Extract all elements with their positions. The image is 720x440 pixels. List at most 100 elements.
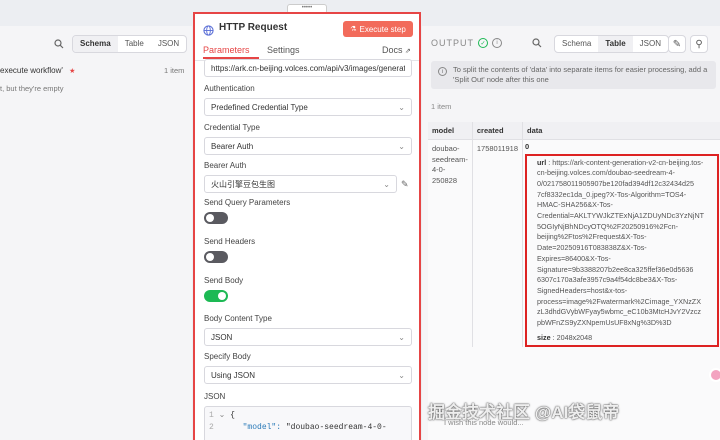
- data-index: 0: [525, 142, 530, 151]
- node-parameters-panel: HTTP Request ⚗ Execute step Parameters S…: [193, 12, 421, 440]
- url-value: https://ark.cn-beijing.volces.com/api/v3…: [211, 63, 405, 73]
- execute-step-button[interactable]: ⚗ Execute step: [343, 21, 413, 37]
- tab-settings[interactable]: Settings: [267, 45, 300, 55]
- info-icon[interactable]: i: [492, 38, 502, 48]
- url-value-line: beijing%2Ftos%2Frequest&X-Tos-: [537, 232, 647, 242]
- input-view-tabs: Schema Table JSON: [72, 35, 188, 53]
- url-value-line: zL3dhdGVybWFyay5wbmc_eC10b3MtcHJvY2Vzcz: [537, 307, 701, 317]
- output-panel: OUTPUT ✓ i Schema Table JSON ✎ ⚲ i To sp…: [422, 26, 720, 440]
- credential-type-label: Credential Type: [204, 123, 260, 132]
- tab-docs-label: Docs: [382, 45, 403, 55]
- send-headers-label: Send Headers: [204, 237, 256, 246]
- model-line: 4-0-: [432, 165, 446, 174]
- cell-created: 1758011918: [471, 139, 523, 348]
- specify-body-select[interactable]: Using JSON ⌄: [204, 366, 412, 384]
- authentication-field: Authentication Predefined Credential Typ…: [204, 84, 412, 116]
- model-line: doubao-: [432, 144, 460, 153]
- url-value-line: Credential=AKLTYWJkZTExNjA1ZDUyNDc3YzNjN…: [537, 211, 705, 221]
- input-tab-json[interactable]: JSON: [151, 36, 186, 52]
- json-line-1: 1 ⌄ {: [209, 411, 235, 420]
- output-tab-json[interactable]: JSON: [633, 36, 668, 52]
- send-body-toggle[interactable]: [204, 290, 228, 302]
- cell-data: 0 url : https://ark-content-generation-v…: [522, 139, 720, 348]
- url-line: url : https://ark-content-generation-v2-…: [537, 158, 714, 169]
- url-value-line: 0/021758011905907be120fad394df12c32434d2…: [537, 178, 694, 188]
- credential-type-select[interactable]: Bearer Auth ⌄: [204, 137, 412, 155]
- body-content-type-label: Body Content Type: [204, 314, 272, 323]
- send-query-toggle[interactable]: [204, 212, 228, 224]
- column-header-model: model: [428, 122, 473, 140]
- authentication-select[interactable]: Predefined Credential Type ⌄: [204, 98, 412, 116]
- input-tab-schema[interactable]: Schema: [73, 36, 118, 52]
- url-value-line: cn-beijing.volces.com/doubao-seedream-4-: [537, 168, 675, 178]
- input-row-title-text: execute workflow': [0, 66, 63, 75]
- model-line: seedream-: [432, 154, 468, 164]
- edit-pencil-icon[interactable]: ✎: [401, 179, 409, 190]
- success-check-icon: ✓: [478, 38, 488, 48]
- pin-icon[interactable]: ⚲: [690, 35, 708, 53]
- url-key: url: [537, 157, 547, 167]
- search-icon[interactable]: [50, 35, 68, 53]
- input-panel: Schema Table JSON execute workflow' ★ 1 …: [0, 26, 192, 440]
- send-headers-field: Send Headers: [204, 237, 255, 263]
- url-value-line: pbWFnZS9yZXNpemUsUF8xNg%3D%3D: [537, 318, 672, 328]
- tab-parameters[interactable]: Parameters: [203, 45, 250, 55]
- column-header-data: data: [522, 122, 720, 140]
- info-icon: i: [438, 67, 447, 76]
- output-table-wrap: model created data doubao- seedream- 4-0…: [428, 122, 720, 440]
- input-item-count: 1 item: [164, 66, 185, 75]
- split-hint-banner: i To split the contents of 'data' into s…: [431, 61, 716, 89]
- output-table: model created data doubao- seedream- 4-0…: [428, 122, 720, 348]
- chevron-down-icon: ⌄: [398, 332, 405, 342]
- url-value-line: 6307c170a3afe3957c9a4f54dc8be3&X-Tos-: [537, 275, 678, 285]
- watermark: 掘金技术社区 @AI袋鼠帝: [428, 403, 620, 422]
- split-hint-text: To split the contents of 'data' into sep…: [453, 65, 708, 84]
- url-value-line: Signature=9b3388207b2ee8ca325ffef36e0d56…: [537, 264, 694, 274]
- url-input[interactable]: https://ark.cn-beijing.volces.com/api/v3…: [204, 59, 412, 77]
- search-icon[interactable]: [532, 35, 542, 53]
- bearer-auth-label: Bearer Auth: [204, 161, 247, 170]
- input-tab-table[interactable]: Table: [118, 36, 151, 52]
- body-content-type-value: JSON: [211, 332, 233, 342]
- model-line: 250828: [432, 175, 458, 185]
- tab-docs[interactable]: Docs ⇗: [382, 45, 411, 55]
- json-line-2: 2 "model": "doubao-seedream-4-0-: [209, 422, 407, 434]
- edit-pencil-icon[interactable]: ✎: [668, 35, 686, 53]
- size-line: size : 2048x2048: [537, 333, 714, 344]
- size-value: : 2048x2048: [552, 332, 593, 342]
- url-value-line: 7cf8332ec1da_0.jpeg?X-Tos-Algorithm=TOS4…: [537, 189, 687, 199]
- url-value-line: : https://ark-content-generation-v2-cn-b…: [548, 157, 704, 167]
- output-tab-table[interactable]: Table: [598, 36, 633, 52]
- size-key: size: [537, 332, 551, 342]
- json-editor[interactable]: 1 ⌄ { 2 "model": "doubao-seedream-4-0-: [204, 406, 412, 440]
- column-header-created: created: [471, 122, 523, 140]
- node-title: HTTP Request: [219, 22, 288, 33]
- assistant-avatar[interactable]: [709, 368, 720, 382]
- chevron-down-icon: ⌄: [398, 370, 405, 380]
- send-body-field: Send Body: [204, 276, 243, 302]
- body-content-type-field: Body Content Type JSON ⌄: [204, 314, 412, 346]
- external-link-icon: ⇗: [405, 48, 411, 55]
- body-content-type-select[interactable]: JSON ⌄: [204, 328, 412, 346]
- input-row-title: execute workflow' ★: [0, 66, 75, 75]
- credential-type-value: Bearer Auth: [211, 141, 254, 151]
- star-icon: ★: [69, 68, 76, 75]
- bearer-auth-select[interactable]: 火山引擎豆包生图 ⌄: [204, 175, 397, 193]
- json-label: JSON: [204, 392, 226, 401]
- json-line-1-text: {: [230, 411, 235, 420]
- url-value-line: 5OGIyNjBhNDcyOTQ%2F20250916%2Fcn-: [537, 221, 679, 231]
- specify-body-field: Specify Body Using JSON ⌄: [204, 352, 412, 384]
- chevron-down-icon: ⌄: [398, 141, 405, 151]
- authentication-value: Predefined Credential Type: [211, 102, 308, 112]
- output-view-tabs: Schema Table JSON: [554, 35, 670, 53]
- table-row: doubao- seedream- 4-0- 250828 1758011918…: [428, 139, 720, 348]
- bearer-auth-field: Bearer Auth 火山引擎豆包生图 ⌄ ✎: [204, 161, 412, 193]
- url-value-line: process=image%2Fwatermark%2Cimage_YXNzZX: [537, 296, 701, 306]
- output-item-count: 1 item: [431, 102, 452, 111]
- json-key: "model":: [242, 423, 282, 432]
- chevron-down-icon: ⌄: [398, 102, 405, 112]
- output-tab-schema[interactable]: Schema: [555, 36, 598, 52]
- output-title: OUTPUT: [431, 38, 474, 48]
- send-query-field: Send Query Parameters: [204, 198, 290, 224]
- send-headers-toggle[interactable]: [204, 251, 228, 263]
